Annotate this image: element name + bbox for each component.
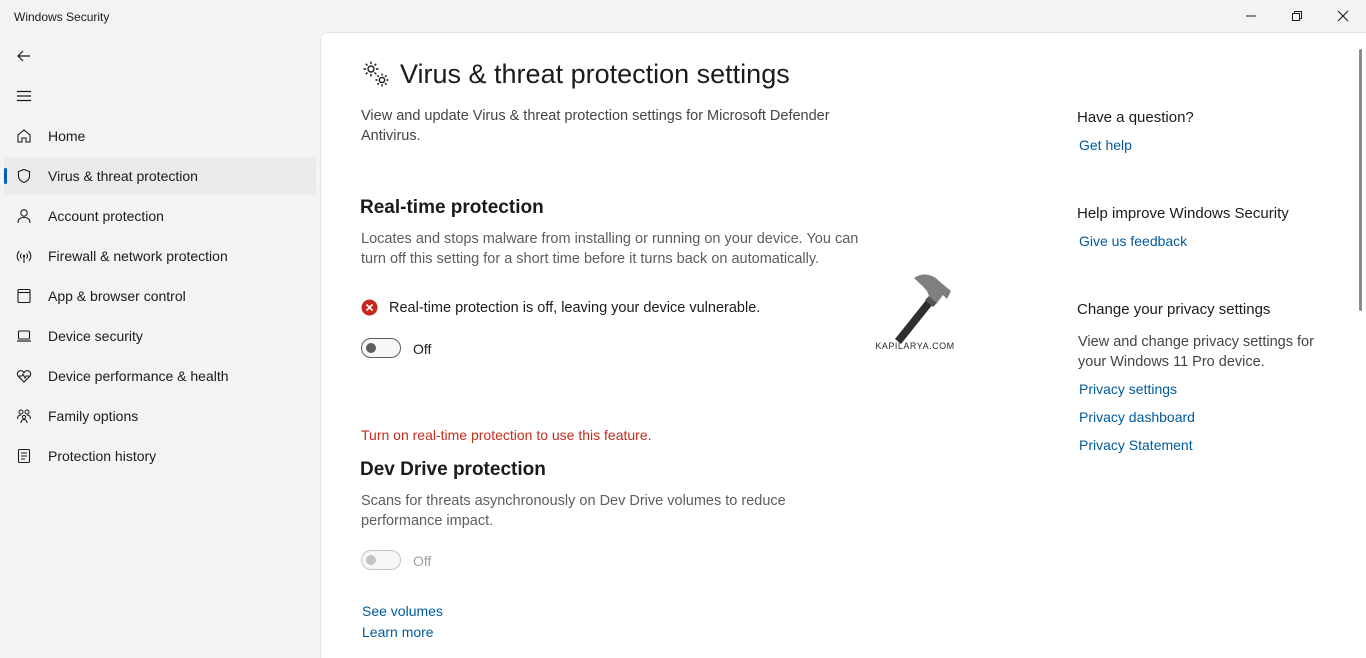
help-heading: Have a question?: [1077, 109, 1194, 126]
hammer-icon: [895, 274, 951, 344]
privacy-heading: Change your privacy settings: [1077, 301, 1271, 318]
privacy-statement-link[interactable]: Privacy Statement: [1079, 437, 1193, 453]
page-title: Virus & threat protection settings: [400, 59, 790, 89]
home-icon: [14, 126, 34, 146]
sidebar-item-device-performance[interactable]: Device performance & health: [4, 358, 316, 394]
heart-pulse-icon: [14, 366, 34, 386]
gears-icon: [363, 61, 389, 87]
feedback-link[interactable]: Give us feedback: [1079, 233, 1187, 249]
hamburger-icon: [17, 90, 31, 102]
sidebar-item-label: Firewall & network protection: [48, 248, 228, 264]
person-icon: [14, 206, 34, 226]
error-icon: [361, 299, 378, 316]
app-title: Windows Security: [14, 10, 110, 24]
dev-drive-toggle-label: Off: [413, 553, 432, 569]
sidebar-item-label: Device security: [48, 328, 143, 344]
sidebar-item-virus-threat-protection[interactable]: Virus & threat protection: [4, 158, 316, 194]
history-icon: [14, 446, 34, 466]
sidebar-item-protection-history[interactable]: Protection history: [4, 438, 316, 474]
sidebar-item-label: Family options: [48, 408, 139, 424]
watermark-logo: KAPILARYA.COM: [867, 269, 963, 353]
improve-heading: Help improve Windows Security: [1077, 205, 1289, 222]
restore-button[interactable]: [1274, 0, 1320, 32]
menu-button[interactable]: [8, 80, 40, 112]
sidebar-item-label: Device performance & health: [48, 368, 229, 384]
watermark-text: KAPILARYA.COM: [875, 341, 955, 351]
learn-more-link[interactable]: Learn more: [362, 624, 434, 640]
active-indicator: [4, 168, 7, 184]
sidebar-item-label: Home: [48, 128, 86, 144]
privacy-description: View and change privacy settings for you…: [1078, 334, 1314, 370]
sidebar-item-family-options[interactable]: Family options: [4, 398, 316, 434]
back-arrow-icon: [17, 50, 30, 62]
sidebar-item-app-browser-control[interactable]: App & browser control: [4, 278, 316, 314]
realtime-toggle-label: Off: [413, 341, 432, 357]
app-window-icon: [14, 286, 34, 306]
realtime-warning: Real-time protection is off, leaving you…: [361, 299, 760, 316]
sidebar-item-label: App & browser control: [48, 288, 186, 304]
sidebar-item-label: Account protection: [48, 208, 164, 224]
sidebar-item-firewall[interactable]: Firewall & network protection: [4, 238, 316, 274]
page-subtitle: View and update Virus & threat protectio…: [361, 108, 830, 144]
sidebar-item-label: Virus & threat protection: [48, 168, 198, 184]
sidebar-item-account-protection[interactable]: Account protection: [4, 198, 316, 234]
dev-drive-toggle[interactable]: [361, 550, 401, 570]
minimize-button[interactable]: [1228, 0, 1274, 32]
shield-icon: [14, 166, 34, 186]
dev-drive-protection-title: Dev Drive protection: [360, 459, 546, 480]
wifi-icon: [14, 246, 34, 266]
realtime-protection-title: Real-time protection: [360, 197, 544, 218]
title-bar: Windows Security: [0, 0, 1366, 32]
get-help-link[interactable]: Get help: [1079, 137, 1132, 153]
privacy-dashboard-link[interactable]: Privacy dashboard: [1079, 409, 1195, 425]
see-volumes-link[interactable]: See volumes: [362, 603, 443, 619]
toggle-knob: [366, 555, 376, 565]
minimize-icon: [1246, 15, 1256, 17]
realtime-protection-description: Locates and stops malware from installin…: [361, 231, 859, 267]
privacy-settings-link[interactable]: Privacy settings: [1079, 381, 1177, 397]
scrollbar[interactable]: [1359, 49, 1362, 311]
main-content: Virus & threat protection settings View …: [320, 32, 1366, 658]
laptop-icon: [14, 326, 34, 346]
sidebar-item-device-security[interactable]: Device security: [4, 318, 316, 354]
close-button[interactable]: [1320, 0, 1366, 32]
family-icon: [14, 406, 34, 426]
close-icon: [1337, 10, 1349, 22]
realtime-required-note: Turn on real-time protection to use this…: [361, 427, 652, 443]
restore-icon: [1292, 11, 1302, 21]
sidebar: Home Virus & threat protection Account p…: [0, 32, 320, 658]
back-button[interactable]: [8, 40, 40, 72]
dev-drive-description: Scans for threats asynchronously on Dev …: [361, 493, 786, 529]
sidebar-item-home[interactable]: Home: [4, 118, 316, 154]
realtime-protection-toggle[interactable]: [361, 338, 401, 358]
warning-text: Real-time protection is off, leaving you…: [389, 299, 761, 316]
toggle-knob: [366, 343, 376, 353]
sidebar-item-label: Protection history: [48, 448, 157, 464]
